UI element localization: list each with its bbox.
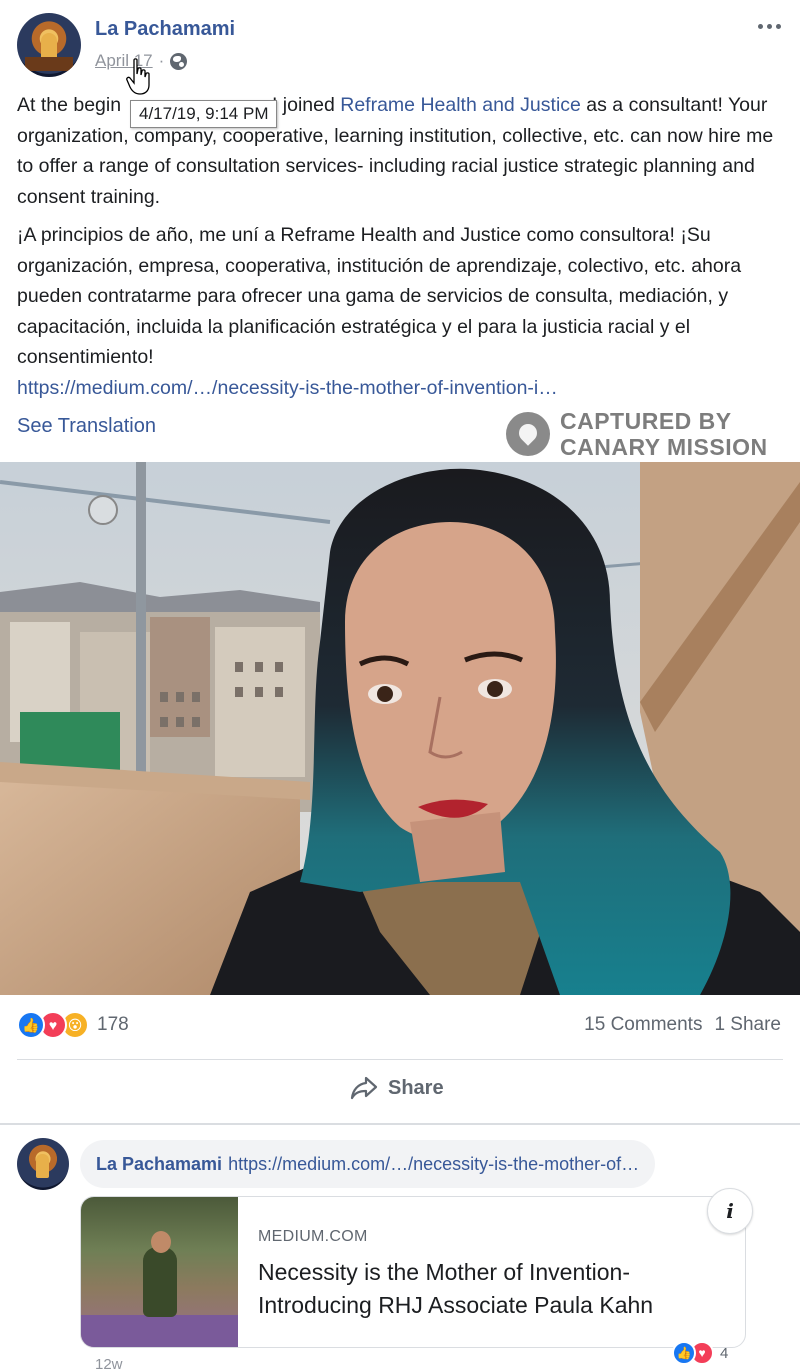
watermark: CAPTURED BY CANARY MISSION — [506, 408, 768, 460]
comments-count[interactable]: 15 Comments — [584, 1014, 702, 1036]
link-title[interactable]: Necessity is the Mother of Invention- In… — [258, 1256, 728, 1322]
info-icon[interactable]: i — [707, 1188, 753, 1234]
link-thumbnail — [81, 1197, 238, 1347]
watermark-line1: CAPTURED BY — [560, 408, 732, 434]
more-options-icon[interactable] — [754, 14, 784, 38]
reaction-summary[interactable]: 👍 ♥ 😮 178 — [17, 1011, 129, 1039]
divider — [17, 1059, 783, 1060]
comment-author[interactable]: La Pachamami — [96, 1154, 222, 1175]
globe-icon[interactable] — [170, 52, 188, 70]
like-reaction-icon: 👍 — [672, 1341, 696, 1365]
share-label: Share — [388, 1076, 444, 1099]
post-photo[interactable] — [0, 462, 800, 995]
comment-reactions[interactable]: 👍 ♥ 4 — [672, 1341, 728, 1365]
comment-reaction-count: 4 — [720, 1344, 729, 1362]
link-domain: MEDIUM.COM — [258, 1228, 368, 1245]
shares-count[interactable]: 1 Share — [714, 1014, 781, 1036]
link-preview-card[interactable]: MEDIUM.COM Necessity is the Mother of In… — [80, 1196, 746, 1348]
post-paragraph-spanish: ¡A principios de año, me uní a Reframe H… — [17, 224, 742, 368]
share-arrow-icon — [350, 1076, 378, 1100]
comment-avatar[interactable] — [17, 1138, 69, 1190]
watermark-line2: CANARY MISSION — [560, 434, 768, 460]
canary-logo-icon — [506, 412, 550, 456]
comment-bubble: La Pachamami https://medium.com/…/necess… — [80, 1140, 656, 1188]
reframe-link[interactable]: Reframe Health and Justice — [340, 94, 581, 116]
hand-cursor-icon — [126, 58, 150, 95]
see-translation-link[interactable]: See Translation — [17, 415, 156, 438]
reaction-count: 178 — [97, 1014, 129, 1035]
section-divider — [0, 1123, 800, 1125]
author-avatar[interactable] — [17, 13, 81, 77]
medium-url-link[interactable]: https://medium.com/…/necessity-is-the-mo… — [17, 373, 787, 404]
engagement-counts: 15 Comments 1 Share — [584, 1014, 781, 1036]
like-reaction-icon: 👍 — [17, 1011, 45, 1039]
author-name[interactable]: La Pachamami — [95, 18, 235, 41]
comment-time[interactable]: 12w — [95, 1356, 123, 1370]
date-tooltip: 4/17/19, 9:14 PM — [130, 100, 278, 128]
share-button[interactable]: Share — [350, 1076, 444, 1100]
post-body: At the begin I joined Reframe Health and… — [17, 90, 787, 411]
comment-link[interactable]: https://medium.com/…/necessity-is-the-mo… — [228, 1154, 639, 1175]
